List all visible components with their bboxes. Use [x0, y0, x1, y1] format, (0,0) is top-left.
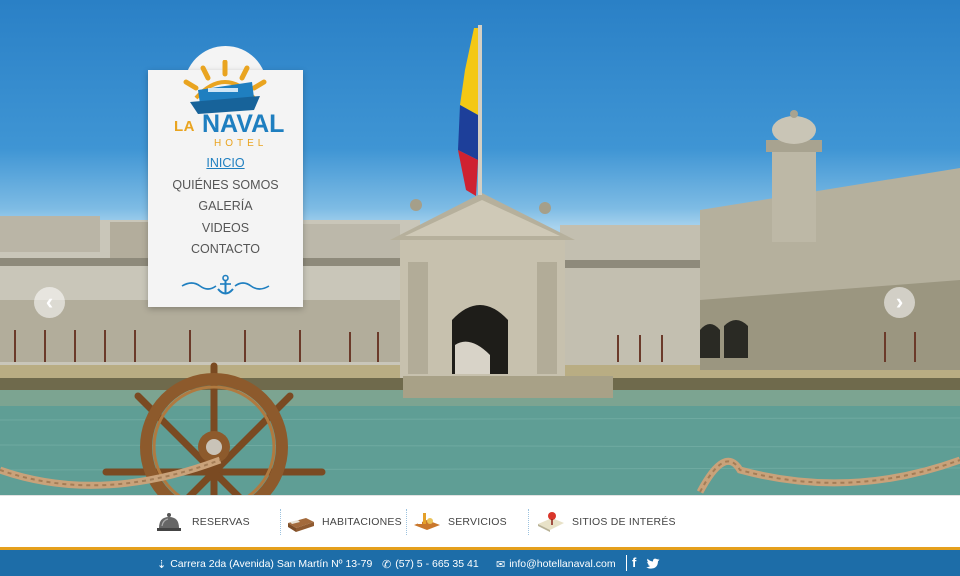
- secondary-nav-bar: RESERVAS HABITACIONES SERVICIOS SITIOS D…: [0, 495, 960, 547]
- slider-prev-button[interactable]: ‹: [34, 287, 65, 318]
- menu-item-videos[interactable]: VIDEOS: [148, 218, 303, 240]
- chevron-right-icon: ›: [895, 289, 904, 314]
- menu-item-galeria[interactable]: GALERÍA: [148, 196, 303, 218]
- nav-item-habitaciones[interactable]: HABITACIONES: [286, 508, 402, 536]
- main-menu: INICIO QUIÉNES SOMOS GALERÍA VIDEOS CONT…: [148, 153, 303, 261]
- slider-next-button[interactable]: ›: [884, 287, 915, 318]
- nav-label-servicios: SERVICIOS: [448, 516, 507, 528]
- twitter-icon[interactable]: [646, 558, 660, 570]
- nav-item-sitios-de-interes[interactable]: SITIOS DE INTERÉS: [536, 508, 676, 536]
- footer-address: ⇣ Carrera 2da (Avenida) San Martín Nº 13…: [157, 556, 372, 572]
- arrow-down-icon: ⇣: [157, 558, 167, 571]
- footer-address-text: Carrera 2da (Avenida) San Martín Nº 13-7…: [170, 558, 373, 570]
- menu-item-contacto[interactable]: CONTACTO: [148, 239, 303, 261]
- phone-icon: ✆: [382, 558, 392, 571]
- footer-bar: ⇣ Carrera 2da (Avenida) San Martín Nº 13…: [0, 547, 960, 576]
- envelope-icon: ✉: [496, 558, 506, 571]
- nav-label-reservas: RESERVAS: [192, 516, 250, 528]
- logo-text-hotel: HOTEL: [214, 138, 268, 149]
- nav-item-servicios[interactable]: SERVICIOS: [412, 508, 507, 536]
- room-service-tray-icon: [414, 513, 440, 530]
- service-bell-icon: [157, 513, 181, 531]
- bed-icon: [288, 518, 314, 532]
- menu-item-inicio[interactable]: INICIO: [148, 153, 303, 175]
- footer-email[interactable]: ✉ info@hotellanaval.com: [496, 556, 616, 572]
- chevron-left-icon: ‹: [45, 289, 54, 314]
- menu-item-quienes-somos[interactable]: QUIÉNES SOMOS: [148, 175, 303, 197]
- nav-item-reservas[interactable]: RESERVAS: [156, 508, 250, 536]
- nav-label-sitios-de-interes: SITIOS DE INTERÉS: [572, 516, 676, 528]
- logo-text-naval: NAVAL: [202, 110, 285, 138]
- nav-divider: [406, 509, 407, 535]
- nav-divider: [280, 509, 281, 535]
- footer-divider: [626, 555, 627, 571]
- nav-divider: [528, 509, 529, 535]
- hero-slide-image: [0, 0, 960, 495]
- hotel-logo[interactable]: LA NAVAL HOTEL: [168, 59, 285, 149]
- logo-text-la: LA: [174, 118, 195, 135]
- footer-email-text: info@hotellanaval.com: [509, 558, 616, 570]
- map-pin-icon: [538, 512, 564, 532]
- logo-menu-card: LA NAVAL HOTEL INICIO QUIÉNES SOMOS GALE…: [148, 46, 303, 307]
- anchor-ornament-icon: [181, 274, 270, 295]
- facebook-icon[interactable]: f: [632, 555, 636, 570]
- footer-phone[interactable]: ✆ (57) 5 - 665 35 41: [382, 556, 479, 572]
- nav-label-habitaciones: HABITACIONES: [322, 516, 402, 528]
- footer-phone-text: (57) 5 - 665 35 41: [395, 558, 479, 570]
- fortress-photo: [0, 25, 960, 495]
